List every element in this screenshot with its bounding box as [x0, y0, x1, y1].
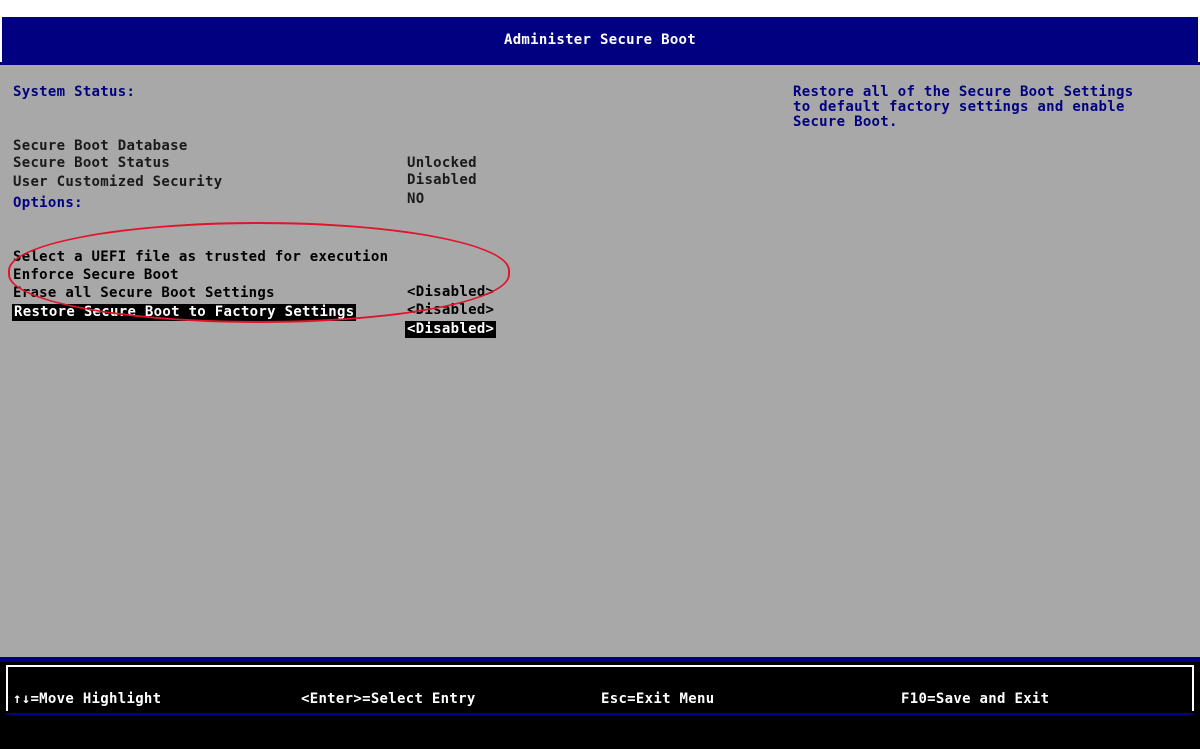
status-value: Unlocked	[407, 155, 477, 171]
status-row-secure-boot-database: Secure Boot Database Unlocked	[13, 121, 477, 171]
status-label: User Customized Security	[13, 174, 223, 190]
hint-select-entry: <Enter>=Select Entry	[301, 691, 476, 707]
hint-underline	[6, 713, 1194, 715]
hint-exit-menu: Esc=Exit Menu	[601, 691, 715, 707]
page-title: Administer Secure Boot	[503, 31, 697, 48]
option-label-selected: Restore Secure Boot to Factory Settings	[12, 304, 357, 321]
option-erase-secure-boot-settings[interactable]: Erase all Secure Boot Settings <Disabled…	[13, 268, 494, 318]
main-panel: System Status: Secure Boot Database Unlo…	[0, 62, 1200, 657]
option-restore-factory-settings[interactable]: Restore Secure Boot to Factory Settings …	[12, 287, 497, 338]
system-status-heading: System Status:	[13, 84, 136, 100]
option-value[interactable]: <Disabled>	[407, 284, 494, 301]
status-value: NO	[407, 191, 425, 207]
options-heading: Options:	[13, 195, 83, 211]
status-value: Disabled	[407, 172, 477, 188]
option-label: Select a UEFI file as trusted for execut…	[13, 249, 389, 265]
option-value[interactable]: <Disabled>	[407, 302, 494, 319]
status-row-secure-boot-status: Secure Boot Status Disabled	[13, 138, 477, 188]
hint-save-and-exit: F10=Save and Exit	[901, 691, 1050, 707]
hint-move-highlight: ↑↓=Move Highlight	[13, 691, 162, 707]
option-label: Erase all Secure Boot Settings	[13, 285, 275, 301]
top-strip	[0, 0, 1200, 15]
title-bar: Administer Secure Boot	[0, 15, 1200, 62]
option-value-selected[interactable]: <Disabled>	[405, 321, 497, 338]
option-enforce-secure-boot[interactable]: Enforce Secure Boot <Disabled>	[13, 250, 494, 300]
option-select-uefi-file[interactable]: Select a UEFI file as trusted for execut…	[13, 232, 388, 265]
bottom-hint-bar	[0, 657, 1200, 716]
help-text: Restore all of the Secure Boot Settings …	[793, 84, 1134, 130]
status-row-user-customized-security: User Customized Security NO	[13, 157, 424, 207]
